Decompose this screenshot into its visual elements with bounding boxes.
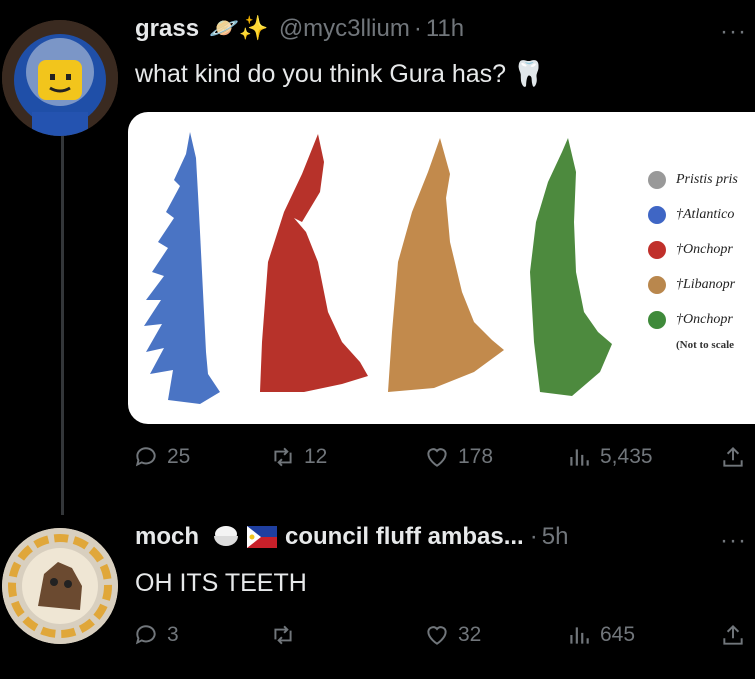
view-count: 645 bbox=[600, 623, 636, 646]
philippines-flag-icon bbox=[247, 526, 278, 548]
separator: · bbox=[529, 523, 538, 550]
reply-button[interactable]: 25 bbox=[133, 444, 190, 470]
legend-item: †Onchopr bbox=[648, 232, 738, 267]
repost-icon bbox=[274, 625, 292, 645]
more-options-button[interactable]: ··· bbox=[720, 18, 747, 46]
legend-label: †Onchopr bbox=[676, 311, 733, 327]
like-count: 178 bbox=[458, 445, 494, 468]
user-handle[interactable]: @myc3llium bbox=[279, 15, 410, 43]
avatar[interactable] bbox=[2, 528, 118, 644]
post-header: grass 🪐✨ @myc3llium · 11h bbox=[135, 14, 464, 43]
legend-dot bbox=[648, 240, 666, 259]
repost-button[interactable]: 12 bbox=[270, 444, 327, 470]
legend: Pristis pris †Atlantico †Onchopr †Libano… bbox=[648, 162, 738, 351]
tooth-emoji: 🦷 bbox=[513, 60, 545, 88]
legend-dot bbox=[648, 275, 666, 294]
legend-label: Pristis pris bbox=[676, 171, 738, 187]
heart-icon bbox=[427, 448, 447, 467]
badge-avatar-icon bbox=[2, 528, 118, 644]
repost-button[interactable] bbox=[270, 622, 304, 648]
avatar[interactable] bbox=[2, 20, 118, 136]
share-button[interactable] bbox=[720, 444, 746, 470]
post-actions: 25 12 178 5,435 bbox=[128, 444, 755, 474]
views-button[interactable]: 645 bbox=[566, 622, 635, 648]
reply-actions: 3 32 645 bbox=[128, 622, 755, 652]
reply-count: 25 bbox=[167, 445, 191, 468]
post-text-body: what kind do you think Gura has? bbox=[135, 60, 507, 88]
legend-item: †Atlantico bbox=[648, 197, 738, 232]
repost-icon bbox=[274, 447, 292, 467]
display-name[interactable]: moch bbox=[135, 523, 199, 551]
repost-count: 12 bbox=[304, 445, 328, 468]
legend-label: †Onchopr bbox=[676, 241, 733, 257]
share-icon bbox=[723, 624, 743, 645]
badge-emojis bbox=[211, 524, 278, 550]
reply-icon bbox=[135, 447, 156, 467]
heart-icon bbox=[427, 626, 447, 645]
legend-item: Pristis pris bbox=[648, 162, 738, 197]
post-text: what kind do you think Gura has? 🦷 bbox=[135, 60, 544, 89]
green-tooth bbox=[530, 138, 612, 396]
legend-dot bbox=[648, 310, 666, 329]
scale-note: (Not to scale bbox=[676, 339, 735, 351]
reply-header: moch council fluff ambas... · 5h bbox=[135, 523, 568, 551]
display-name[interactable]: grass bbox=[135, 15, 199, 43]
legend-dot bbox=[648, 205, 666, 224]
blue-tooth bbox=[144, 132, 220, 404]
views-button[interactable]: 5,435 bbox=[566, 444, 653, 470]
like-button[interactable]: 32 bbox=[424, 622, 481, 648]
share-icon bbox=[723, 446, 743, 467]
legend-item: †Libanopr bbox=[648, 267, 738, 302]
legend-dot bbox=[648, 170, 666, 189]
timestamp[interactable]: 5h bbox=[542, 523, 569, 551]
name-emoji: 🪐✨ bbox=[209, 15, 269, 42]
view-count: 5,435 bbox=[600, 445, 653, 468]
share-button[interactable] bbox=[720, 622, 746, 648]
like-count: 32 bbox=[458, 623, 482, 646]
red-tooth bbox=[260, 134, 368, 392]
reply-text: OH ITS TEETH bbox=[135, 569, 307, 597]
views-icon bbox=[570, 449, 589, 466]
legend-label: †Atlantico bbox=[676, 206, 735, 222]
reply-icon bbox=[135, 625, 156, 645]
timestamp[interactable]: 11h bbox=[426, 15, 464, 43]
user-bio[interactable]: council fluff ambas... bbox=[285, 523, 524, 551]
separator: · bbox=[413, 14, 422, 42]
thread-line bbox=[61, 125, 64, 515]
legend-item: †Onchopr bbox=[648, 302, 738, 337]
legend-label: †Libanopr bbox=[676, 276, 736, 292]
post-image[interactable]: Pristis pris †Atlantico †Onchopr †Libano… bbox=[128, 112, 755, 424]
like-button[interactable]: 178 bbox=[424, 444, 493, 470]
views-icon bbox=[570, 627, 589, 644]
more-options-button[interactable]: ··· bbox=[720, 527, 747, 555]
brown-tooth bbox=[388, 138, 504, 392]
reply-count: 3 bbox=[167, 623, 179, 646]
astronaut-avatar-icon bbox=[2, 20, 118, 136]
reply-button[interactable]: 3 bbox=[133, 622, 179, 648]
rice-bowl-icon bbox=[214, 526, 239, 546]
